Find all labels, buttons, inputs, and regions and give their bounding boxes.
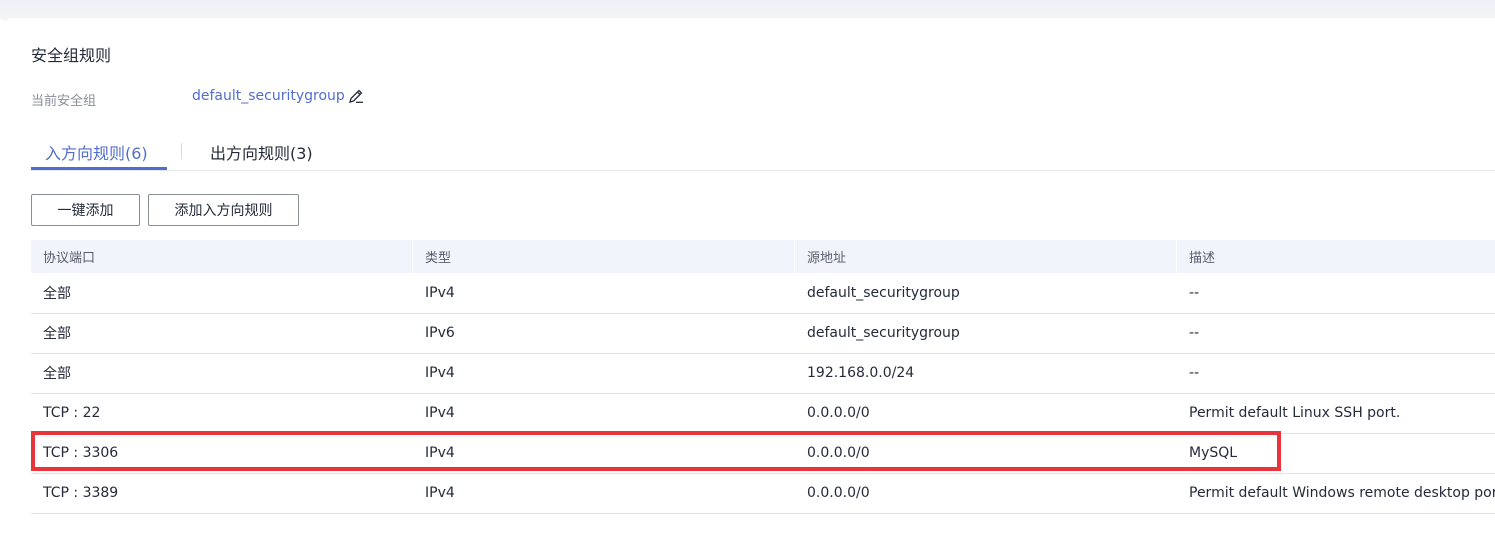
add-inbound-rule-button[interactable]: 添加入方向规则 [148, 194, 299, 226]
cell-type: IPv4 [425, 365, 455, 381]
column-header-source: 源地址 [795, 240, 1177, 273]
cell-source: 0.0.0.0/0 [807, 485, 870, 501]
table-row: 全部 IPv6 default_securitygroup -- [31, 313, 1495, 353]
table-row: 全部 IPv4 default_securitygroup -- [31, 273, 1495, 313]
cell-description: -- [1189, 284, 1200, 301]
tab-inbound-rules[interactable]: 入方向规则(6) [45, 140, 148, 164]
cell-protocol-port: TCP : 22 [43, 405, 101, 421]
active-tab-underline [31, 167, 167, 170]
cell-type: IPv4 [425, 405, 455, 421]
current-sg-value[interactable]: default_securitygroup [192, 88, 345, 104]
cell-protocol-port: 全部 [43, 366, 71, 382]
cell-source: 192.168.0.0/24 [807, 365, 915, 381]
pencil-icon[interactable] [348, 88, 364, 104]
cell-source: default_securitygroup [807, 325, 960, 341]
table-row: TCP : 3306 IPv4 0.0.0.0/0 MySQL [31, 433, 1495, 473]
security-group-rules-panel: 安全组规则 当前安全组 default_securitygroup 入方向规则(… [8, 18, 1495, 538]
cell-source: default_securitygroup [807, 284, 960, 301]
table-row: TCP : 3389 IPv4 0.0.0.0/0 Permit default… [31, 473, 1495, 513]
table-header-row: 协议端口 类型 源地址 描述 [31, 240, 1495, 273]
current-sg-label: 当前安全组 [31, 94, 97, 109]
cell-protocol-port: TCP : 3389 [43, 485, 119, 501]
cell-description: -- [1189, 325, 1200, 341]
column-header-protocol-port: 协议端口 [31, 240, 413, 273]
current-sg-link[interactable]: default_securitygroup [192, 88, 364, 104]
cell-source: 0.0.0.0/0 [807, 405, 870, 421]
cell-type: IPv4 [425, 445, 455, 461]
cell-type: IPv4 [425, 485, 455, 501]
tab-outbound-rules[interactable]: 出方向规则(3) [210, 140, 313, 164]
cell-protocol-port: 全部 [43, 285, 71, 302]
quick-add-button[interactable]: 一键添加 [31, 194, 140, 226]
column-header-description: 描述 [1189, 251, 1216, 266]
cell-source: 0.0.0.0/0 [807, 445, 870, 461]
rules-table: 协议端口 类型 源地址 描述 全部 IPv4 default_securityg… [31, 240, 1495, 514]
table-row: 全部 IPv4 192.168.0.0/24 -- [31, 353, 1495, 393]
column-header-type: 类型 [413, 240, 795, 273]
rule-tabs: 入方向规则(6) 出方向规则(3) [31, 134, 1495, 171]
tab-divider [181, 143, 182, 159]
cell-description: Permit default Linux SSH port. [1189, 405, 1401, 421]
cell-type: IPv6 [425, 325, 455, 341]
cell-description: -- [1189, 365, 1200, 381]
cell-description: Permit default Windows remote desktop po… [1189, 485, 1495, 501]
cell-protocol-port: TCP : 3306 [43, 445, 119, 461]
cell-type: IPv4 [425, 284, 455, 301]
cell-protocol-port: 全部 [43, 326, 71, 342]
top-bar [0, 0, 1495, 18]
section-title: 安全组规则 [31, 46, 112, 65]
table-row: TCP : 22 IPv4 0.0.0.0/0 Permit default L… [31, 393, 1495, 433]
cell-description: MySQL [1189, 445, 1238, 461]
